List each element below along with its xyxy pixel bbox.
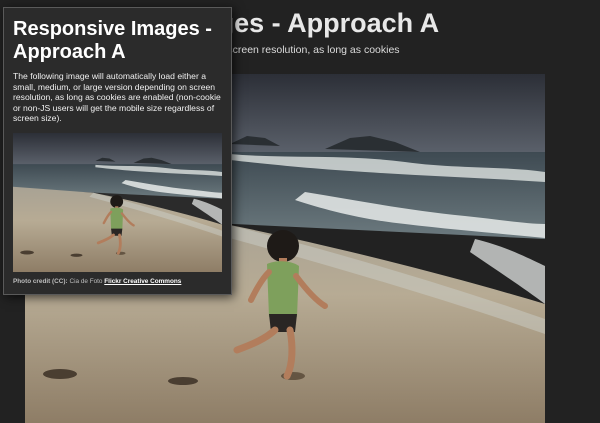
credit-author: Cia de Foto [69, 278, 103, 285]
beach-photo-small [13, 133, 222, 272]
page-description-mobile: The following image will automatically l… [13, 71, 221, 124]
credit-label: Photo credit (CC): [13, 278, 68, 285]
mobile-page-overlay: Responsive Images - Approach A The follo… [3, 7, 232, 295]
page-title-mobile: Responsive Images - Approach A [13, 18, 212, 63]
flickr-link[interactable]: Flickr Creative Commons [104, 278, 181, 285]
photo-credit: Photo credit (CC): Cia de Foto Flickr Cr… [13, 278, 181, 285]
